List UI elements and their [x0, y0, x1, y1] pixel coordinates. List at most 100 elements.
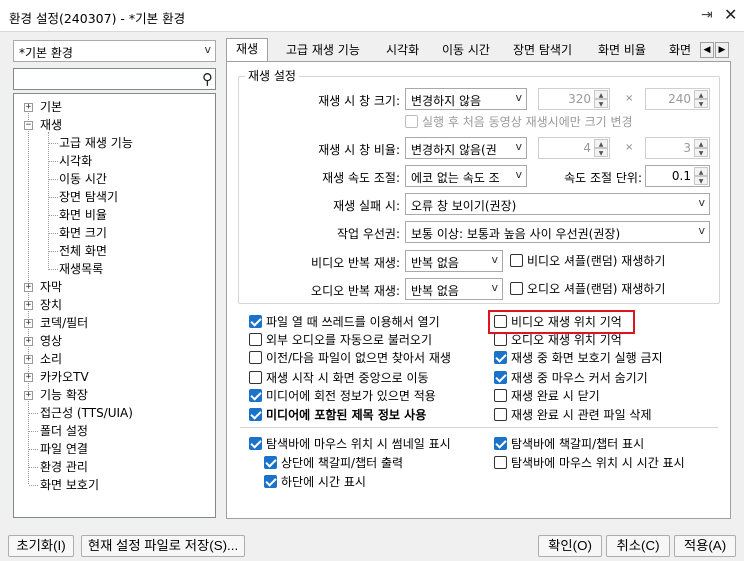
tree-item-label: 화면 비율 [59, 208, 107, 222]
tab-advanced-playback[interactable]: 고급 재생 기능 [277, 40, 369, 62]
chevron-down-icon: v [698, 224, 705, 237]
chevron-down-icon: v [204, 43, 211, 56]
tab-playback[interactable]: 재생 [226, 38, 269, 63]
close-icon[interactable]: ✕ [724, 5, 737, 24]
video-repeat-label: 비디오 반복 재생: [311, 256, 400, 270]
spin-down-icon[interactable]: ▼ [694, 148, 708, 157]
checkbox-box [494, 333, 507, 346]
expand-icon[interactable]: + [24, 103, 33, 112]
checkbox-label: 외부 오디오를 자동으로 불러오기 [266, 333, 433, 347]
checkbox-box [494, 371, 507, 384]
settings-tree[interactable]: + 기본 − 재생 고급 재생 기능 시각화 이동 시간 장면 탐색기 화면 비… [13, 93, 216, 518]
spin-up-icon[interactable]: ▲ [594, 90, 608, 99]
tree-item-label: 폴더 설정 [40, 424, 88, 438]
fail-select[interactable]: 오류 창 보이기(권장) v [405, 193, 710, 215]
search-icon[interactable]: ⚲ [202, 70, 213, 88]
checkbox-box [494, 351, 507, 364]
profile-select[interactable]: *기본 환경 v [13, 40, 216, 62]
checkbox-box [249, 408, 262, 421]
tree-item-label: 기본 [40, 100, 63, 114]
tree-item-label: 재생목록 [59, 262, 104, 276]
spin-up-icon[interactable]: ▲ [694, 167, 708, 176]
tab-strip: 재생 고급 재생 기능 시각화 이동 시간 장면 탐색기 화면 비율 화면 ◀ … [226, 38, 731, 63]
chevron-down-icon: v [491, 253, 498, 266]
height-stepper[interactable]: 240 ▲ ▼ [645, 88, 710, 110]
ratio-width-stepper[interactable]: 4 ▲ ▼ [538, 137, 610, 159]
tab-scroll-right-icon[interactable]: ▶ [715, 42, 729, 58]
checkbox-label: 미디어에 포함된 제목 정보 사용 [266, 408, 427, 422]
spin-down-icon[interactable]: ▼ [694, 176, 708, 185]
audio-repeat-select[interactable]: 반복 없음 v [405, 278, 503, 300]
tab-aspect-ratio[interactable]: 화면 비율 [589, 40, 655, 62]
spin-up-icon[interactable]: ▲ [594, 139, 608, 148]
tab-seek-time[interactable]: 이동 시간 [433, 40, 499, 62]
tree-item-label: 파일 연결 [40, 442, 88, 456]
spin-down-icon[interactable]: ▼ [594, 99, 608, 108]
tree-item-label: 소리 [40, 352, 63, 366]
expand-icon[interactable]: + [24, 373, 33, 382]
expand-icon[interactable]: + [24, 391, 33, 400]
expand-icon[interactable]: + [24, 337, 33, 346]
speed-unit-label: 속도 조절 단위: [564, 171, 642, 185]
expand-icon[interactable]: + [24, 301, 33, 310]
search-input[interactable]: ⚲ [13, 68, 216, 90]
speed-unit-stepper[interactable]: 0.1 ▲ ▼ [645, 165, 710, 187]
speed-unit-value: 0.1 [671, 169, 691, 183]
ratio-height-stepper[interactable]: 3 ▲ ▼ [645, 137, 710, 159]
checkbox-label: 비디오 셔플(랜덤) 재생하기 [527, 254, 666, 268]
expand-icon[interactable]: + [24, 355, 33, 364]
tree-line [48, 132, 49, 270]
divider [240, 427, 718, 428]
chevron-down-icon: v [515, 168, 522, 181]
spin-down-icon[interactable]: ▼ [594, 148, 608, 157]
priority-select[interactable]: 보통 이상: 보통과 높음 사이 우선권(권장) v [405, 221, 710, 243]
times-icon: × [625, 93, 634, 104]
window-ratio-select[interactable]: 변경하지 않음(권 v [405, 137, 527, 159]
checkbox-label: 탐색바에 책갈피/챕터 표시 [511, 437, 645, 451]
checkbox-box [249, 351, 262, 364]
checkbox-label: 오디오 셔플(랜덤) 재생하기 [527, 282, 666, 296]
apply-button[interactable]: 적용(A) [674, 535, 736, 557]
window-ratio-label: 재생 시 창 비율: [318, 143, 400, 157]
checkbox-box [249, 315, 262, 328]
width-stepper[interactable]: 320 ▲ ▼ [538, 88, 610, 110]
tree-item-label: 장면 탐색기 [59, 190, 119, 204]
tab-scene-explorer[interactable]: 장면 탐색기 [504, 40, 581, 62]
tree-item-label: 자막 [40, 280, 63, 294]
checkbox-label: 미디어에 회전 정보가 있으면 적용 [266, 389, 436, 403]
pin-icon[interactable]: ⇥ [701, 7, 713, 23]
spin-up-icon[interactable]: ▲ [694, 139, 708, 148]
collapse-icon[interactable]: − [24, 121, 33, 130]
checkbox-box [249, 333, 262, 346]
checkbox-box [494, 437, 507, 450]
spin-up-icon[interactable]: ▲ [694, 90, 708, 99]
checkbox-label: 재생 중 화면 보호기 실행 금지 [511, 351, 663, 365]
cancel-button[interactable]: 취소(C) [606, 535, 670, 557]
save-current-button[interactable]: 현재 설정 파일로 저장(S)... [81, 535, 245, 557]
tab-scroll-left-icon[interactable]: ◀ [700, 42, 714, 58]
tree-item-label: 장치 [40, 298, 63, 312]
reset-button[interactable]: 초기화(I) [8, 535, 74, 557]
tab-screen[interactable]: 화면 [660, 40, 702, 62]
tab-visualize[interactable]: 시각화 [377, 40, 428, 62]
checkbox-label: 재생 중 마우스 커서 숨기기 [511, 371, 648, 385]
video-repeat-select[interactable]: 반복 없음 v [405, 250, 503, 272]
checkbox-box [264, 456, 277, 469]
tree-item-label: 시각화 [59, 154, 93, 168]
speed-select[interactable]: 에코 없는 속도 조 v [405, 165, 527, 187]
fail-label: 재생 실패 시: [333, 199, 400, 213]
ok-button[interactable]: 확인(O) [538, 535, 602, 557]
window-size-select[interactable]: 변경하지 않음 v [405, 88, 527, 110]
expand-icon[interactable]: + [24, 319, 33, 328]
tree-item-label: 재생 [40, 118, 63, 132]
checkbox-label: 재생 완료 시 관련 파일 삭제 [511, 408, 652, 422]
checkbox-label: 오디오 재생 위치 기억 [511, 333, 622, 347]
speed-label: 재생 속도 조절: [322, 171, 400, 185]
expand-icon[interactable]: + [24, 283, 33, 292]
tree-item-label: 환경 관리 [40, 460, 88, 474]
checkbox-label: 하단에 시간 표시 [281, 475, 366, 489]
fail-value: 오류 창 보이기(권장) [411, 199, 517, 213]
height-value: 240 [668, 92, 691, 106]
spin-down-icon[interactable]: ▼ [694, 99, 708, 108]
tree-item-label: 접근성 (TTS/UIA) [40, 406, 133, 420]
